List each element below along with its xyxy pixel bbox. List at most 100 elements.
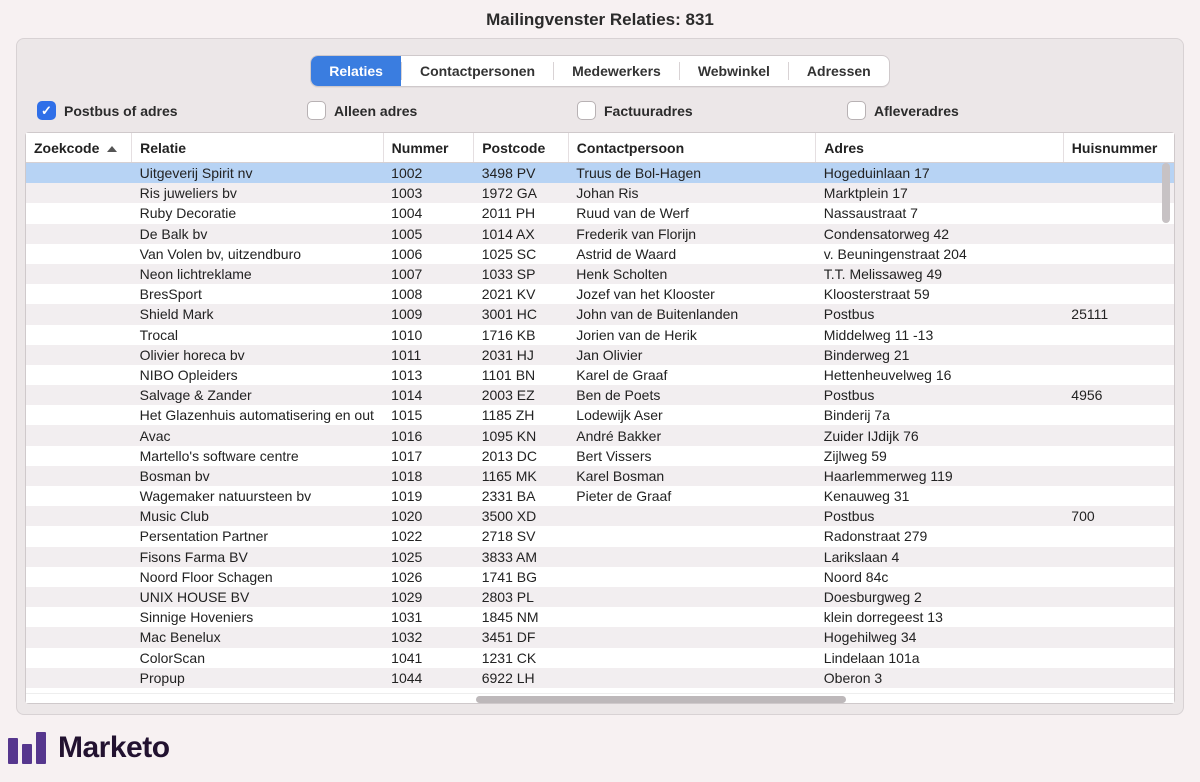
- table-row[interactable]: Fisons Farma BV10253833 AMLarikslaan 4: [26, 547, 1174, 567]
- col-header-relatie[interactable]: Relatie: [132, 133, 384, 163]
- cell-adres: Hettenheuvelweg 16: [816, 365, 1064, 385]
- checkbox-icon[interactable]: [37, 101, 56, 120]
- cell-zoekcode: [26, 506, 132, 526]
- segmented-control: RelatiesContactpersonenMedewerkersWebwin…: [310, 55, 889, 87]
- marketo-logo-icon: [8, 732, 46, 764]
- cell-contactpersoon: Astrid de Waard: [568, 244, 816, 264]
- cell-zoekcode: [26, 304, 132, 324]
- table-row[interactable]: NIBO Opleiders10131101 BNKarel de GraafH…: [26, 365, 1174, 385]
- cell-postcode: 1716 KB: [474, 325, 569, 345]
- table-row[interactable]: BresSport10082021 KVJozef van het Kloost…: [26, 284, 1174, 304]
- table-row[interactable]: Noord Floor Schagen10261741 BGNoord 84c: [26, 567, 1174, 587]
- cell-adres: Oberon 3: [816, 668, 1064, 688]
- cell-huisnummer: 4956: [1063, 385, 1174, 405]
- cell-zoekcode: [26, 264, 132, 284]
- cell-huisnummer: [1063, 203, 1174, 223]
- vertical-scrollbar-thumb[interactable]: [1162, 163, 1170, 223]
- table-row[interactable]: Propup10446922 LHOberon 3: [26, 668, 1174, 688]
- cell-relatie: Salvage & Zander: [132, 385, 384, 405]
- table-row[interactable]: Bosman bv10181165 MKKarel BosmanHaarlemm…: [26, 466, 1174, 486]
- cell-huisnummer: [1063, 183, 1174, 203]
- cell-contactpersoon: Frederik van Florijn: [568, 224, 816, 244]
- cell-postcode: 1101 BN: [474, 365, 569, 385]
- cell-huisnummer: [1063, 244, 1174, 264]
- cell-postcode: 1185 ZH: [474, 405, 569, 425]
- filter-factuuradres[interactable]: Factuuradres: [577, 101, 847, 120]
- checkbox-icon[interactable]: [307, 101, 326, 120]
- tab-medewerkers[interactable]: Medewerkers: [554, 56, 679, 86]
- table-row[interactable]: Uitgeverij Spirit nv10023498 PVTruus de …: [26, 163, 1174, 184]
- cell-relatie: Propup: [132, 668, 384, 688]
- col-header-zoekcode[interactable]: Zoekcode: [26, 133, 132, 163]
- table-scroll[interactable]: Zoekcode Relatie Nummer Postcode Contact…: [26, 133, 1174, 693]
- tab-adressen[interactable]: Adressen: [789, 56, 889, 86]
- cell-zoekcode: [26, 648, 132, 668]
- cell-postcode: 1845 NM: [474, 607, 569, 627]
- cell-contactpersoon: Karel de Graaf: [568, 365, 816, 385]
- cell-relatie: Uitgeverij Spirit nv: [132, 163, 384, 184]
- col-header-nummer[interactable]: Nummer: [383, 133, 474, 163]
- cell-nummer: 1017: [383, 446, 474, 466]
- cell-zoekcode: [26, 526, 132, 546]
- table-row[interactable]: Ris juweliers bv10031972 GAJohan RisMark…: [26, 183, 1174, 203]
- cell-postcode: 3500 XD: [474, 506, 569, 526]
- cell-relatie: NIBO Opleiders: [132, 365, 384, 385]
- col-header-postcode[interactable]: Postcode: [474, 133, 569, 163]
- relaties-table: Zoekcode Relatie Nummer Postcode Contact…: [26, 133, 1174, 693]
- cell-huisnummer: [1063, 567, 1174, 587]
- horizontal-scrollbar-thumb[interactable]: [476, 696, 846, 703]
- tab-webwinkel[interactable]: Webwinkel: [680, 56, 788, 86]
- tab-contactpersonen[interactable]: Contactpersonen: [402, 56, 553, 86]
- cell-nummer: 1011: [383, 345, 474, 365]
- table-row[interactable]: Trocal10101716 KBJorien van de HerikMidd…: [26, 325, 1174, 345]
- cell-postcode: 1033 SP: [474, 264, 569, 284]
- table-row[interactable]: Van Volen bv, uitzendburo10061025 SCAstr…: [26, 244, 1174, 264]
- cell-contactpersoon: [568, 668, 816, 688]
- filters-row: Postbus of adresAlleen adresFactuuradres…: [17, 101, 1183, 132]
- cell-nummer: 1022: [383, 526, 474, 546]
- table-row[interactable]: Neon lichtreklame10071033 SPHenk Scholte…: [26, 264, 1174, 284]
- cell-zoekcode: [26, 567, 132, 587]
- table-row[interactable]: Salvage & Zander10142003 EZBen de PoetsP…: [26, 385, 1174, 405]
- cell-postcode: 2011 PH: [474, 203, 569, 223]
- cell-zoekcode: [26, 607, 132, 627]
- table-row[interactable]: Martello's software centre10172013 DCBer…: [26, 446, 1174, 466]
- cell-huisnummer: [1063, 668, 1174, 688]
- table-row[interactable]: Sinnige Hoveniers10311845 NMklein dorreg…: [26, 607, 1174, 627]
- table-row[interactable]: Ruby Decoratie10042011 PHRuud van de Wer…: [26, 203, 1174, 223]
- filter-alleen-adres[interactable]: Alleen adres: [307, 101, 577, 120]
- cell-nummer: 1031: [383, 607, 474, 627]
- checkbox-icon[interactable]: [847, 101, 866, 120]
- table-row[interactable]: De Balk bv10051014 AXFrederik van Florij…: [26, 224, 1174, 244]
- cell-nummer: 1003: [383, 183, 474, 203]
- horizontal-scrollbar-track[interactable]: [26, 693, 1174, 703]
- cell-relatie: Olivier horeca bv: [132, 345, 384, 365]
- checkbox-icon[interactable]: [577, 101, 596, 120]
- col-header-adres[interactable]: Adres: [816, 133, 1064, 163]
- cell-nummer: 1010: [383, 325, 474, 345]
- cell-huisnummer: [1063, 466, 1174, 486]
- table-row[interactable]: Het Glazenhuis automatisering en out1015…: [26, 405, 1174, 425]
- table-row[interactable]: UNIX HOUSE BV10292803 PLDoesburgweg 2: [26, 587, 1174, 607]
- filter-afleveradres[interactable]: Afleveradres: [847, 101, 959, 120]
- table-row[interactable]: Avac10161095 KNAndré BakkerZuider IJdijk…: [26, 425, 1174, 445]
- tabbar: RelatiesContactpersonenMedewerkersWebwin…: [17, 43, 1183, 101]
- cell-nummer: 1015: [383, 405, 474, 425]
- cell-relatie: Ruby Decoratie: [132, 203, 384, 223]
- table-row[interactable]: Shield Mark10093001 HCJohn van de Buiten…: [26, 304, 1174, 324]
- filter-postbus-of-adres[interactable]: Postbus of adres: [37, 101, 307, 120]
- cell-huisnummer: [1063, 405, 1174, 425]
- cell-contactpersoon: [568, 526, 816, 546]
- table-row[interactable]: Olivier horeca bv10112031 HJJan OlivierB…: [26, 345, 1174, 365]
- col-header-huisnummer[interactable]: Huisnummer: [1063, 133, 1174, 163]
- table-row[interactable]: Wagemaker natuursteen bv10192331 BAPiete…: [26, 486, 1174, 506]
- col-header-contactpersoon[interactable]: Contactpersoon: [568, 133, 816, 163]
- vertical-scrollbar-track[interactable]: [1162, 163, 1170, 683]
- table-row[interactable]: Persentation Partner10222718 SVRadonstra…: [26, 526, 1174, 546]
- table-row[interactable]: Mac Benelux10323451 DFHogehilweg 34: [26, 627, 1174, 647]
- table-row[interactable]: ColorScan10411231 CKLindelaan 101a: [26, 648, 1174, 668]
- cell-adres: Haarlemmerweg 119: [816, 466, 1064, 486]
- tab-relaties[interactable]: Relaties: [311, 56, 401, 86]
- table-row[interactable]: Music Club10203500 XDPostbus700: [26, 506, 1174, 526]
- cell-postcode: 1165 MK: [474, 466, 569, 486]
